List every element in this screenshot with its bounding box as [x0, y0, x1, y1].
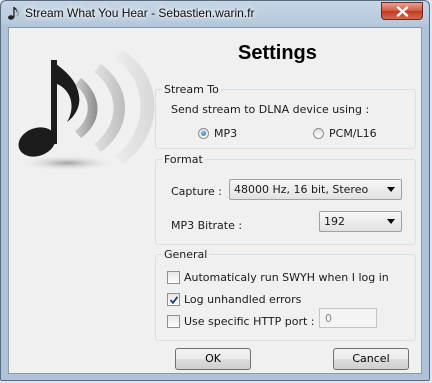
auto-run-label[interactable]: Automaticaly run SWYH when I log in — [184, 271, 389, 284]
mp3-radio[interactable] — [198, 128, 209, 139]
chevron-down-icon — [387, 219, 395, 224]
http-port-input[interactable]: 0 — [319, 308, 377, 328]
bitrate-select[interactable]: 192 — [319, 211, 402, 232]
music-note-icon — [8, 7, 19, 20]
checkmark-icon — [169, 296, 179, 305]
chevron-down-icon — [387, 187, 395, 192]
title-bar[interactable]: Stream What You Hear - Sebastien.warin.f… — [1, 1, 429, 27]
page-title: Settings — [238, 42, 317, 64]
mp3-radio-label[interactable]: MP3 — [214, 127, 237, 140]
format-legend: Format — [164, 153, 203, 166]
speaker-note-logo — [17, 50, 155, 171]
stream-description: Send stream to DLNA device using : — [171, 103, 370, 116]
ok-button[interactable]: OK — [175, 348, 251, 370]
dialog-body: Settings Stream To Send stream to DLNA d… — [8, 27, 422, 374]
log-errors-label[interactable]: Log unhandled errors — [184, 293, 301, 306]
cancel-button[interactable]: Cancel — [333, 348, 409, 370]
log-errors-checkbox[interactable] — [167, 293, 180, 306]
capture-select[interactable]: 48000 Hz, 16 bit, Stereo — [229, 179, 402, 200]
pcm-radio-label[interactable]: PCM/L16 — [329, 127, 377, 140]
auto-run-checkbox[interactable] — [167, 271, 180, 284]
bitrate-value: 192 — [324, 215, 345, 228]
capture-value: 48000 Hz, 16 bit, Stereo — [234, 183, 369, 196]
window-title: Stream What You Hear - Sebastien.warin.f… — [25, 6, 255, 20]
close-icon — [396, 6, 409, 17]
general-legend: General — [164, 248, 208, 261]
bitrate-label: MP3 Bitrate : — [171, 219, 243, 232]
stream-to-group: Stream To — [155, 83, 416, 149]
http-port-label[interactable]: Use specific HTTP port : — [184, 315, 315, 328]
pcm-radio[interactable] — [313, 128, 324, 139]
stream-to-legend: Stream To — [164, 83, 219, 96]
http-port-checkbox[interactable] — [167, 315, 180, 328]
capture-label: Capture : — [171, 185, 222, 198]
settings-window: Stream What You Hear - Sebastien.warin.f… — [0, 0, 430, 381]
close-button[interactable] — [381, 2, 423, 20]
